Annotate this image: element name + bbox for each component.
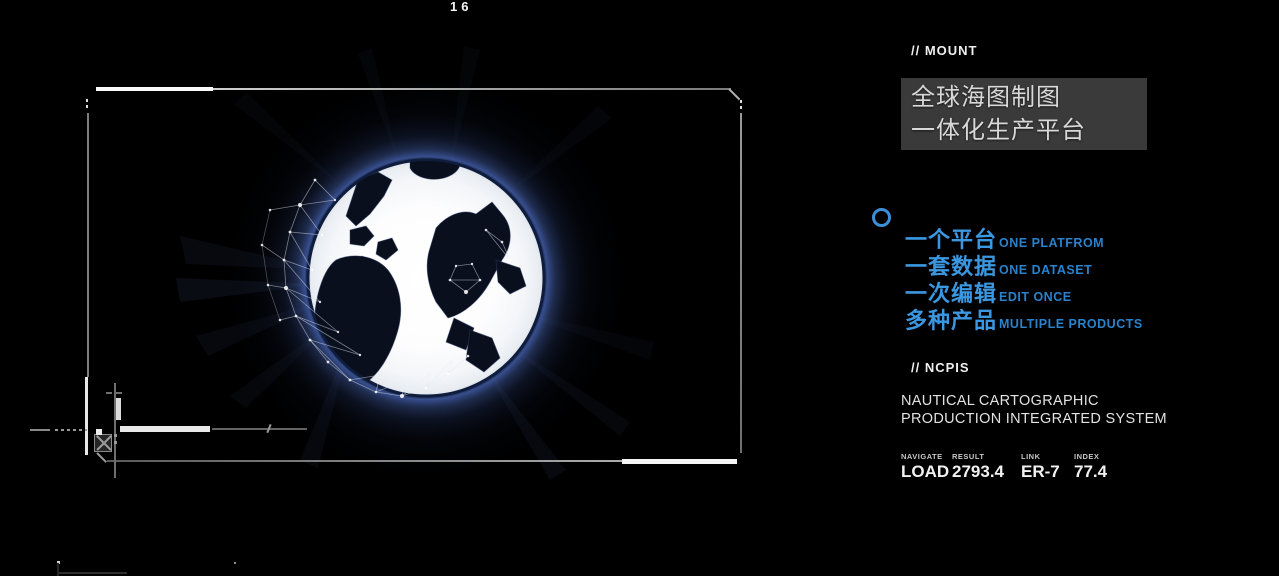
stat-navigate: NAVIGATE LOAD [901,452,949,482]
ring-bullet-icon [872,208,891,227]
stat-index: INDEX 77.4 [1074,452,1107,482]
frame-top-right-chamfer [728,88,740,100]
bottom-mark-dot [234,562,236,564]
hud-mini-dot [114,441,117,444]
frame-right-dot [740,100,742,103]
globe-graphic [140,30,720,510]
stat-value: LOAD [901,462,949,482]
hud-bracket-mark [116,392,122,394]
crosshair-box-icon [94,434,112,452]
frame-top-bar [96,87,213,91]
frame-left-line [87,113,89,377]
frame-left-bar [85,377,88,455]
frame-right-dot [740,106,742,109]
feature-item-edit-once: 一次编辑 EDIT ONCE [905,276,1143,303]
feature-item-one-platform: 一个平台 ONE PLATFROM [905,222,1143,249]
hud-left-dash [30,429,50,431]
system-name-line1: NAUTICAL CARTOGRAPHIC [901,392,1167,410]
frame-right-line [740,113,742,453]
feature-zh: 多种产品 [905,303,997,335]
bottom-mark-line [57,572,127,574]
frame-left-dot [86,99,88,102]
hud-left-dotted-line [55,429,87,431]
frame-top-line [213,88,731,90]
section-label-mount: // MOUNT [911,43,978,58]
frame-bottom-left-chamfer [96,452,107,463]
feature-item-multiple-products: 多种产品 MULTIPLE PRODUCTS [905,303,1143,330]
feature-en: EDIT ONCE [999,290,1072,304]
slide-root: 16 [0,0,1279,576]
hud-horizontal-line [212,428,307,430]
main-title-line2: 一体化生产平台 [911,114,1147,147]
stat-value: 77.4 [1074,462,1107,482]
bottom-mark-vline [57,563,59,576]
hud-bracket-mark [106,392,112,394]
main-title-line1: 全球海图制图 [911,81,1147,114]
stat-value: ER-7 [1021,462,1060,482]
stat-link: LINK ER-7 [1021,452,1060,482]
feature-en: MULTIPLE PRODUCTS [999,317,1143,331]
hud-vertical-bar [116,398,121,420]
stats-row: NAVIGATE LOAD RESULT 2793.4 LINK ER-7 IN… [901,452,1131,484]
stat-result: RESULT 2793.4 [952,452,1004,482]
stat-value: 2793.4 [952,462,1004,482]
stat-label: LINK [1021,452,1060,461]
hud-horizontal-bar [120,426,210,432]
page-number: 16 [450,0,472,14]
frame-left-dot [86,105,88,108]
stat-label: NAVIGATE [901,452,949,461]
feature-en: ONE DATASET [999,263,1092,277]
system-name-line2: PRODUCTION INTEGRATED SYSTEM [901,410,1167,428]
main-title-box: 全球海图制图 一体化生产平台 [901,78,1147,150]
frame-bottom-bar [622,459,737,464]
section-label-ncpis: // NCPIS [911,360,970,375]
feature-list: 一个平台 ONE PLATFROM 一套数据 ONE DATASET 一次编辑 … [905,222,1143,330]
feature-en: ONE PLATFROM [999,236,1104,250]
stat-label: INDEX [1074,452,1107,461]
frame-bottom-line [107,460,622,462]
stat-label: RESULT [952,452,1004,461]
feature-item-one-dataset: 一套数据 ONE DATASET [905,249,1143,276]
system-name: NAUTICAL CARTOGRAPHIC PRODUCTION INTEGRA… [901,392,1167,428]
hud-mini-dot [114,434,117,437]
hud-small-square [96,429,102,435]
